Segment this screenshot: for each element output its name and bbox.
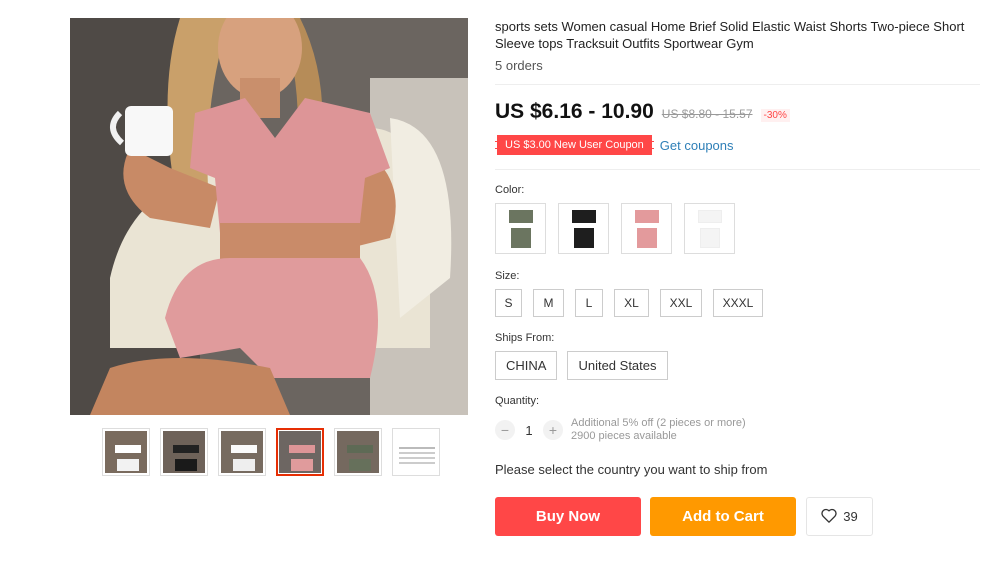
quantity-label: Quantity:	[495, 395, 540, 407]
product-photo	[70, 18, 468, 415]
size-options: S M L XL XXL XXXL	[495, 289, 763, 317]
quantity-value[interactable]: 1	[515, 423, 543, 438]
thumbnail-5[interactable]	[334, 428, 382, 476]
size-option-xxxl[interactable]: XXXL	[713, 289, 763, 317]
thumbnail-1[interactable]	[102, 428, 150, 476]
stock-available-note: 2900 pieces available	[571, 430, 677, 442]
thumbnail-3[interactable]	[218, 428, 266, 476]
heart-icon	[821, 508, 837, 526]
size-option-xxl[interactable]: XXL	[660, 289, 702, 317]
thumbnail-6-size-chart[interactable]	[392, 428, 440, 476]
size-option-m[interactable]: M	[533, 289, 564, 317]
product-title: sports sets Women casual Home Brief Soli…	[495, 19, 965, 51]
action-buttons: Buy Now Add to Cart 39	[495, 497, 873, 536]
color-swatch-olive[interactable]	[495, 203, 546, 254]
ships-from-china[interactable]: CHINA	[495, 351, 558, 380]
size-option-xl[interactable]: XL	[614, 289, 649, 317]
divider	[495, 84, 980, 85]
original-price: US $8.80 - 15.57	[661, 107, 753, 121]
price-row: US $6.16 - 10.90 US $8.80 - 15.57 -30%	[495, 100, 790, 124]
current-price: US $6.16 - 10.90	[495, 100, 654, 123]
coupon-row: US $3.00 New User Coupon Get coupons	[495, 135, 734, 155]
quantity-increase-button[interactable]: +	[543, 420, 563, 440]
ships-from-united-states[interactable]: United States	[567, 351, 668, 380]
color-swatch-white[interactable]	[684, 203, 735, 254]
thumbnail-strip	[102, 428, 440, 476]
thumbnail-4[interactable]	[276, 428, 324, 476]
ship-country-message: Please select the country you want to sh…	[495, 462, 768, 477]
wishlist-count: 39	[843, 509, 858, 524]
discount-badge: -30%	[760, 109, 790, 122]
get-coupons-link[interactable]: Get coupons	[660, 138, 734, 153]
quantity-stepper: − 1 + Additional 5% off (2 pieces or mor…	[495, 417, 746, 443]
main-product-image[interactable]	[70, 18, 468, 415]
ships-from-label: Ships From:	[495, 332, 555, 344]
buy-now-button[interactable]: Buy Now	[495, 497, 641, 536]
wishlist-button[interactable]: 39	[806, 497, 873, 536]
color-swatch-pink[interactable]	[621, 203, 672, 254]
color-label: Color:	[495, 184, 525, 196]
order-count: 5 orders	[495, 58, 543, 73]
size-label: Size:	[495, 270, 520, 282]
color-swatch-black[interactable]	[558, 203, 609, 254]
quantity-decrease-button[interactable]: −	[495, 420, 515, 440]
add-to-cart-button[interactable]: Add to Cart	[650, 497, 796, 536]
new-user-coupon-badge[interactable]: US $3.00 New User Coupon	[495, 135, 654, 155]
color-options	[495, 203, 735, 254]
product-page: sports sets Women casual Home Brief Soli…	[0, 0, 1000, 562]
size-option-l[interactable]: L	[575, 289, 603, 317]
thumbnail-2[interactable]	[160, 428, 208, 476]
divider	[495, 169, 980, 170]
ships-from-options: CHINA United States	[495, 351, 668, 380]
quantity-info: Additional 5% off (2 pieces or more) 290…	[571, 417, 746, 443]
bulk-discount-note: Additional 5% off (2 pieces or more)	[571, 417, 746, 429]
size-option-s[interactable]: S	[495, 289, 522, 317]
